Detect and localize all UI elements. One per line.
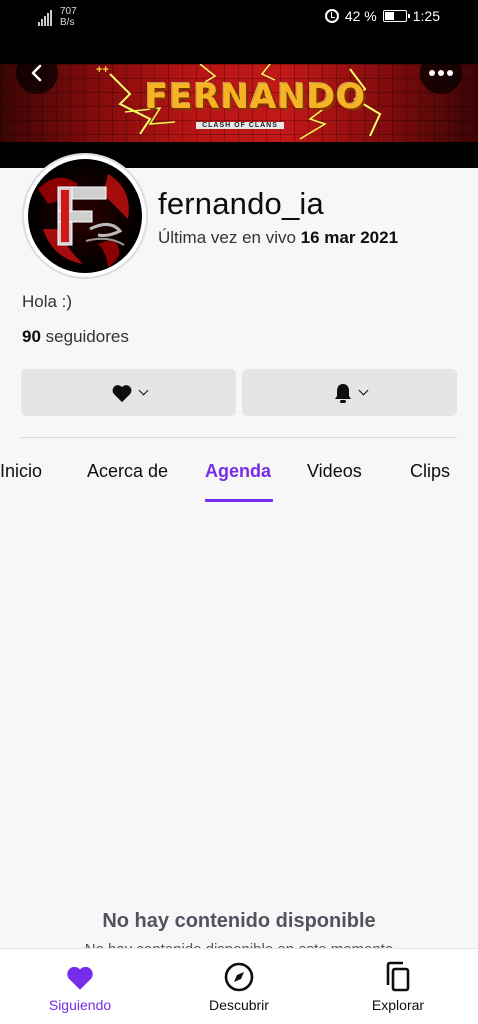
network-speed: 707 B/s — [60, 6, 77, 28]
status-left: 707 B/s — [38, 6, 77, 28]
copy-icon — [386, 961, 410, 992]
chevron-down-icon — [358, 385, 368, 396]
followers-label: seguidores — [45, 327, 129, 346]
bell-icon — [334, 383, 351, 403]
profile-banner: ++ FERNANDO CLASH OF CLANS — [0, 64, 478, 142]
nav-label: Explorar — [371, 997, 425, 1013]
follow-button[interactable] — [21, 369, 236, 416]
banner-title: FERNANDO — [145, 77, 366, 117]
nav-label: Descubrir — [209, 997, 269, 1013]
nav-explorar[interactable]: Explorar — [338, 961, 458, 1013]
signal-icon — [38, 8, 52, 26]
tab-clips[interactable]: Clips — [410, 461, 450, 482]
profile-tabs: Inicio Acerca de Agenda Videos Clips — [0, 461, 478, 505]
nav-siguiendo[interactable]: Siguiendo — [20, 961, 140, 1013]
more-options-button[interactable] — [420, 52, 462, 94]
empty-state-title: No hay contenido disponible — [102, 910, 376, 932]
avatar-image — [28, 159, 142, 273]
tab-agenda[interactable]: Agenda — [205, 461, 271, 482]
active-tab-indicator — [205, 499, 273, 502]
status-right: 42 % 1:25 — [324, 8, 440, 24]
heart-icon — [112, 384, 131, 402]
nav-descubrir[interactable]: Descubrir — [179, 961, 299, 1013]
tab-inicio[interactable]: Inicio — [0, 461, 42, 482]
battery-icon — [382, 10, 410, 22]
tab-acerca-de[interactable]: Acerca de — [87, 461, 168, 482]
bio: Hola :) — [22, 292, 73, 311]
username: fernando_ia — [158, 186, 324, 221]
status-bar: 707 B/s 42 % 1:25 — [0, 0, 478, 36]
chevron-down-icon — [138, 385, 148, 396]
last-live: Última vez en vivo 16 mar 2021 — [158, 228, 398, 248]
battery-percent: 42 % — [344, 8, 377, 24]
back-arrow-icon — [31, 64, 42, 82]
compass-icon — [224, 962, 254, 992]
followers-count[interactable]: 90 seguidores — [22, 327, 129, 347]
alarm-icon — [324, 9, 339, 23]
tab-videos[interactable]: Videos — [307, 461, 362, 482]
last-live-date: 16 mar 2021 — [300, 228, 399, 247]
bottom-nav: Siguiendo Descubrir Explorar — [0, 948, 478, 1024]
clock: 1:25 — [412, 8, 440, 24]
back-button[interactable] — [16, 52, 58, 94]
followers-number: 90 — [22, 327, 41, 346]
nav-label: Siguiendo — [48, 997, 112, 1013]
notifications-button[interactable] — [242, 369, 457, 416]
avatar[interactable] — [22, 153, 148, 279]
banner-subtitle: CLASH OF CLANS — [196, 122, 284, 129]
banner-decoration: ++ — [96, 64, 109, 76]
divider — [21, 437, 457, 438]
more-dots-icon — [429, 70, 453, 76]
last-live-label: Última vez en vivo — [158, 228, 296, 247]
header-background — [0, 36, 478, 64]
heart-icon — [67, 966, 93, 990]
banner-logo: FERNANDO CLASH OF CLANS — [145, 77, 366, 129]
